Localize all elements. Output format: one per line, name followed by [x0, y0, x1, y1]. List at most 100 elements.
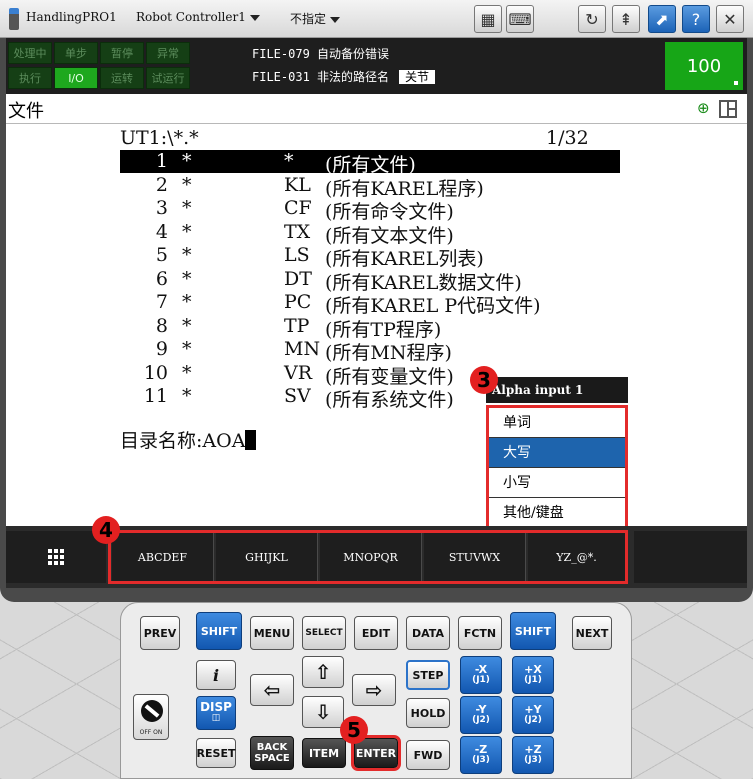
disp-key[interactable]: DISP ◫: [196, 696, 236, 730]
up-arrow-key[interactable]: ⇧: [302, 656, 344, 688]
arrow-down-icon: ⇩: [314, 699, 332, 724]
file-list-row[interactable]: 1 * * (所有文件): [120, 150, 620, 176]
keyboard-button[interactable]: ⌨: [506, 5, 534, 33]
edit-key[interactable]: EDIT: [354, 616, 398, 650]
file-list-row[interactable]: 3 * CF (所有命令文件): [120, 197, 620, 223]
row-number: 10: [143, 361, 168, 384]
menu-key[interactable]: MENU: [250, 616, 294, 650]
dual-display-icon: ▦: [480, 9, 496, 29]
enable-switch[interactable]: OFF ON: [133, 694, 169, 740]
directory-prompt: 目录名称:: [120, 430, 203, 452]
directory-value[interactable]: AOA: [202, 430, 245, 452]
frame-edge: [0, 588, 753, 602]
select-key[interactable]: SELECT: [302, 616, 346, 650]
arrow-up-icon: ⇧: [314, 659, 332, 684]
jog-label: +Y: [524, 703, 542, 716]
switch-knob-icon: [141, 700, 163, 722]
reset-key[interactable]: RESET: [196, 738, 236, 768]
popup-option-uppercase[interactable]: 大写: [489, 438, 625, 468]
jog-plus-z-key[interactable]: +Z (J3): [512, 736, 554, 774]
led-io: I/O: [54, 67, 98, 89]
file-list-area: UT1:\*.* 1/32 1 * * (所有文件) 2 * KL (所有KAREL程序) 3 *…: [6, 124, 747, 529]
jog-button[interactable]: ⇞: [612, 5, 640, 33]
row-number: 6: [155, 267, 168, 290]
info-key[interactable]: i: [196, 660, 236, 690]
page-indicator: 1/32: [546, 127, 589, 149]
directory-input-line[interactable]: 目录名称:AOA: [120, 426, 257, 453]
controller-selector[interactable]: Robot Controller1: [136, 10, 260, 24]
led-busy: 处理中: [8, 42, 52, 64]
file-list-row[interactable]: 7 * PC (所有KAREL P代码文件): [120, 291, 620, 317]
app-name: HandlingPRO1: [26, 10, 117, 24]
file-extension: KL: [284, 173, 311, 196]
next-key[interactable]: NEXT: [572, 616, 612, 650]
popup-option-keyboard[interactable]: 其他/键盘: [489, 498, 625, 528]
jog-label: -X: [474, 663, 488, 676]
file-extension: *: [284, 150, 294, 172]
jog-minus-y-key[interactable]: -Y (J2): [460, 696, 502, 734]
shift-right-key[interactable]: SHIFT: [510, 612, 556, 650]
file-name: *: [182, 244, 192, 266]
step-badge-5: 5: [340, 716, 368, 744]
close-icon: ✕: [723, 9, 737, 29]
hold-key[interactable]: HOLD: [406, 698, 450, 728]
file-list-row[interactable]: 4 * TX (所有文本文件): [120, 221, 620, 247]
file-list-row[interactable]: 8 * TP (所有TP程序): [120, 315, 620, 341]
jog-axis: (J1): [472, 675, 490, 685]
data-key[interactable]: DATA: [406, 616, 450, 650]
arrow-left-icon: ⇦: [263, 677, 281, 702]
alpha-input-popup: Alpha input 1 单词 大写 小写 其他/键盘: [486, 377, 628, 529]
alarm-line-2: FILE-031 非法的路径名 关节: [252, 68, 436, 85]
right-arrow-key[interactable]: ⇨: [352, 674, 396, 706]
shift-left-key[interactable]: SHIFT: [196, 612, 242, 650]
down-arrow-key[interactable]: ⇩: [302, 696, 344, 728]
file-extension: MN: [284, 338, 321, 360]
group-label: 不指定: [290, 12, 327, 26]
jog-label: +Z: [524, 743, 542, 756]
file-list-row[interactable]: 5 * LS (所有KAREL列表): [120, 244, 620, 270]
file-list-row[interactable]: 2 * KL (所有KAREL程序): [120, 173, 620, 200]
file-name: *: [182, 291, 192, 313]
backspace-label-1: BACK: [256, 742, 288, 753]
fwd-key[interactable]: FWD: [406, 740, 450, 770]
popup-title: Alpha input 1: [486, 377, 628, 403]
file-list-row[interactable]: 9 * MN (所有MN程序): [120, 338, 620, 364]
group-selector[interactable]: 不指定: [290, 10, 341, 27]
jog-minus-z-key[interactable]: -Z (J3): [460, 736, 502, 774]
zoom-in-icon[interactable]: ⊕: [697, 100, 713, 116]
file-extension: VR: [284, 361, 313, 384]
menu-grid-button[interactable]: [6, 531, 106, 583]
split-window-icon[interactable]: [719, 100, 737, 118]
step-key[interactable]: STEP: [406, 660, 450, 690]
help-button[interactable]: ?: [682, 5, 710, 33]
prev-key[interactable]: PREV: [140, 616, 180, 650]
jog-label: -Z: [474, 743, 488, 756]
file-extension: SV: [284, 385, 311, 407]
jog-icon: ⇞: [619, 9, 633, 29]
item-key[interactable]: ITEM: [302, 738, 346, 768]
dual-display-button[interactable]: ▦: [474, 5, 502, 33]
jog-plus-y-key[interactable]: +Y (J2): [512, 696, 554, 734]
maximize-button[interactable]: ⬈: [648, 5, 676, 33]
backspace-label-2: SPACE: [254, 753, 290, 764]
fctn-key[interactable]: FCTN: [458, 616, 502, 650]
jog-minus-x-key[interactable]: -X (J1): [460, 656, 502, 694]
close-button[interactable]: ✕: [716, 5, 744, 33]
window-header: 文件 ⊕: [6, 94, 747, 124]
file-list-row[interactable]: 6 * DT (所有KAREL数据文件): [120, 267, 620, 294]
override-display[interactable]: 100: [665, 42, 743, 90]
backspace-key[interactable]: BACK SPACE: [250, 736, 294, 770]
file-name: *: [182, 385, 192, 407]
popup-option-lowercase[interactable]: 小写: [489, 468, 625, 498]
f-next-key[interactable]: [634, 531, 747, 583]
row-number: 11: [143, 385, 168, 407]
jog-plus-x-key[interactable]: +X (J1): [512, 656, 554, 694]
left-arrow-key[interactable]: ⇦: [250, 674, 294, 706]
file-extension: PC: [284, 291, 312, 313]
refresh-button[interactable]: ↻: [578, 5, 606, 33]
file-extension: CF: [284, 197, 312, 219]
popup-option-word[interactable]: 单词: [489, 408, 625, 438]
alarm-line-1: FILE-079 自动备份错误: [252, 47, 390, 61]
text-cursor: [245, 430, 257, 450]
enter-key[interactable]: ENTER: [351, 735, 401, 771]
